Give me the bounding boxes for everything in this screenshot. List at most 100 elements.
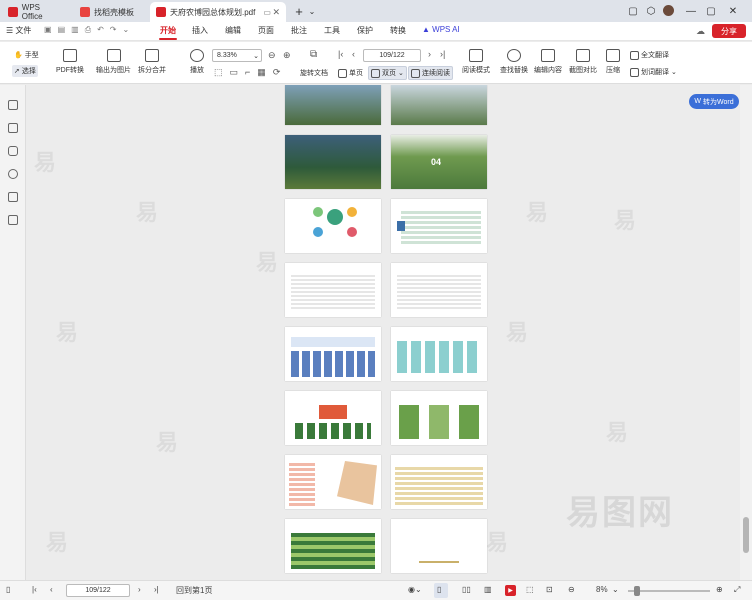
page-thumbnail[interactable] [391, 519, 487, 573]
page-thumbnail[interactable] [391, 327, 487, 381]
first-page-icon[interactable]: |‹ [32, 585, 37, 594]
chevron-down-icon[interactable]: ⌄ [612, 585, 619, 594]
export-image-button[interactable]: 输出为图片 [96, 49, 131, 75]
word-translate-button[interactable]: 划词翻译 ⌄ [630, 67, 677, 77]
zoom-slider-thumb[interactable] [634, 586, 640, 596]
minimize-icon[interactable]: — [684, 4, 698, 18]
zoom-out-icon[interactable]: ⊖ [268, 50, 276, 61]
signature-icon[interactable] [8, 192, 18, 202]
menu-edit[interactable]: 编辑 [225, 25, 241, 36]
zoom-out-icon[interactable]: ⊖ [568, 585, 575, 594]
cube-icon[interactable]: ⬡ [644, 4, 658, 18]
save-icon[interactable]: ▣ [44, 25, 52, 35]
menu-annotate[interactable]: 批注 [291, 25, 307, 36]
split-merge-button[interactable]: 拆分合并 [138, 49, 166, 75]
play-button[interactable]: 播放 [190, 49, 204, 75]
to-word-button[interactable]: W 转为Word [689, 94, 739, 109]
fit-icon[interactable]: ⬚ [526, 585, 534, 594]
page-thumbnail[interactable] [391, 263, 487, 317]
open-icon[interactable]: ▤ [58, 25, 66, 35]
page-thumbnail[interactable] [285, 327, 381, 381]
play-icon[interactable]: ▶ [505, 585, 516, 596]
zoom-input[interactable]: 8.33% ⌄ [212, 49, 262, 62]
close-tab-icon[interactable]: ✕ [272, 7, 280, 18]
fit-width-icon[interactable]: ⧉ [310, 49, 317, 60]
cloud-icon[interactable]: ☁ [696, 26, 705, 37]
page-thumbnail[interactable] [391, 391, 487, 445]
next-page-icon[interactable]: › [428, 49, 431, 59]
double-page-button[interactable]: 双页 ⌄ [368, 66, 407, 80]
window-icon[interactable]: ▭ [263, 8, 271, 17]
page-number-input[interactable]: 109/122 [363, 49, 421, 62]
select-tool-button[interactable]: ➚ 选择 [12, 65, 38, 77]
page-thumbnail[interactable] [285, 391, 381, 445]
actual-size-icon[interactable]: ⊡ [546, 585, 553, 594]
menu-convert[interactable]: 转换 [390, 25, 406, 36]
page-thumbnail[interactable] [285, 455, 381, 509]
bookmark-icon[interactable] [8, 100, 18, 110]
last-page-icon[interactable]: ›| [440, 49, 445, 59]
layers-icon[interactable] [8, 215, 18, 225]
find-replace-button[interactable]: 查找替换 [500, 49, 528, 75]
menu-start[interactable]: 开始 [159, 25, 177, 40]
new-tab-icon[interactable]: + [292, 4, 306, 19]
page-thumbnail[interactable] [285, 519, 381, 573]
zoom-slider[interactable] [628, 590, 710, 592]
layout-icon[interactable]: ▢ [626, 4, 640, 18]
undo-icon[interactable]: ↶ [97, 25, 104, 35]
eye-icon[interactable]: ◉⌄ [408, 585, 422, 594]
scrollbar-thumb[interactable] [743, 517, 749, 553]
redo-icon[interactable]: ↷ [110, 25, 117, 35]
grid-icon[interactable]: ▦ [257, 67, 266, 78]
share-button[interactable]: 分享 [712, 24, 746, 38]
pdf-convert-button[interactable]: PDF转换 [56, 49, 84, 75]
menu-page[interactable]: 页面 [258, 25, 274, 36]
file-menu[interactable]: ☰ 文件 [6, 25, 31, 36]
menu-protect[interactable]: 保护 [357, 25, 373, 36]
page-thumbnail[interactable] [285, 135, 381, 189]
continuous-read-button[interactable]: 连续阅读 [408, 66, 453, 80]
status-page-input[interactable]: 109/122 [66, 584, 130, 597]
print-icon[interactable]: ⎙ [85, 25, 91, 35]
menu-insert[interactable]: 插入 [192, 25, 208, 36]
last-page-icon[interactable]: ›| [154, 585, 159, 594]
next-page-icon[interactable]: › [138, 585, 141, 594]
edit-content-button[interactable]: 编辑内容 [534, 49, 562, 75]
avatar[interactable] [663, 5, 674, 16]
close-window-icon[interactable]: ✕ [726, 4, 740, 18]
fullscreen-icon[interactable]: ⤢ [734, 585, 740, 595]
chevron-down-icon[interactable]: ⌄ [305, 4, 319, 18]
chevron-down-icon[interactable]: ⌄ [123, 25, 130, 35]
vertical-scrollbar[interactable] [740, 85, 752, 580]
hand-tool-button[interactable]: ✋ 手型 [14, 50, 39, 60]
document-view[interactable]: 易 易 易 易 易 易 易 易 易 易 易 易图网 04 W 转为Word [26, 85, 740, 580]
menu-tools[interactable]: 工具 [324, 25, 340, 36]
full-translate-button[interactable]: 全文翻译 [630, 50, 669, 60]
maximize-icon[interactable]: ▢ [704, 4, 718, 18]
rotate-icon[interactable]: ⟳ [273, 67, 281, 78]
crop-icon[interactable]: ⌐ [245, 67, 250, 78]
fit-page-icon[interactable]: ⬚ [214, 67, 223, 78]
single-page-button[interactable]: 单页 [338, 68, 363, 78]
page-thumbnail[interactable] [285, 85, 381, 125]
back-to-first-link[interactable]: 回到第1页 [176, 585, 212, 596]
zoom-in-icon[interactable]: ⊕ [716, 585, 723, 594]
attachment-icon[interactable] [8, 169, 18, 179]
fit-frame-icon[interactable]: ▭ [230, 67, 239, 78]
page-thumbnail[interactable] [285, 263, 381, 317]
page-thumbnail[interactable] [391, 85, 487, 125]
comment-icon[interactable] [8, 146, 18, 156]
compress-button[interactable]: 压缩 [606, 49, 620, 75]
export-icon[interactable]: ▥ [71, 25, 79, 35]
screenshot-compare-button[interactable]: 截图对比 [569, 49, 597, 75]
tab-template[interactable]: 找稻壳模板 [74, 2, 146, 22]
page-thumbnail[interactable] [391, 455, 487, 509]
page-thumbnail[interactable] [285, 199, 381, 253]
tab-wps-office[interactable]: WPS Office [2, 2, 68, 22]
rotate-document-button[interactable]: 旋转文档 [300, 68, 328, 78]
sidebar-toggle-icon[interactable]: ▯ [6, 585, 10, 594]
continuous-view-icon[interactable]: ▥ [484, 585, 492, 594]
page-thumbnail[interactable]: 04 [391, 135, 487, 189]
prev-page-icon[interactable]: ‹ [50, 585, 53, 594]
menu-wps-ai[interactable]: ▲ WPS AI [422, 25, 460, 34]
